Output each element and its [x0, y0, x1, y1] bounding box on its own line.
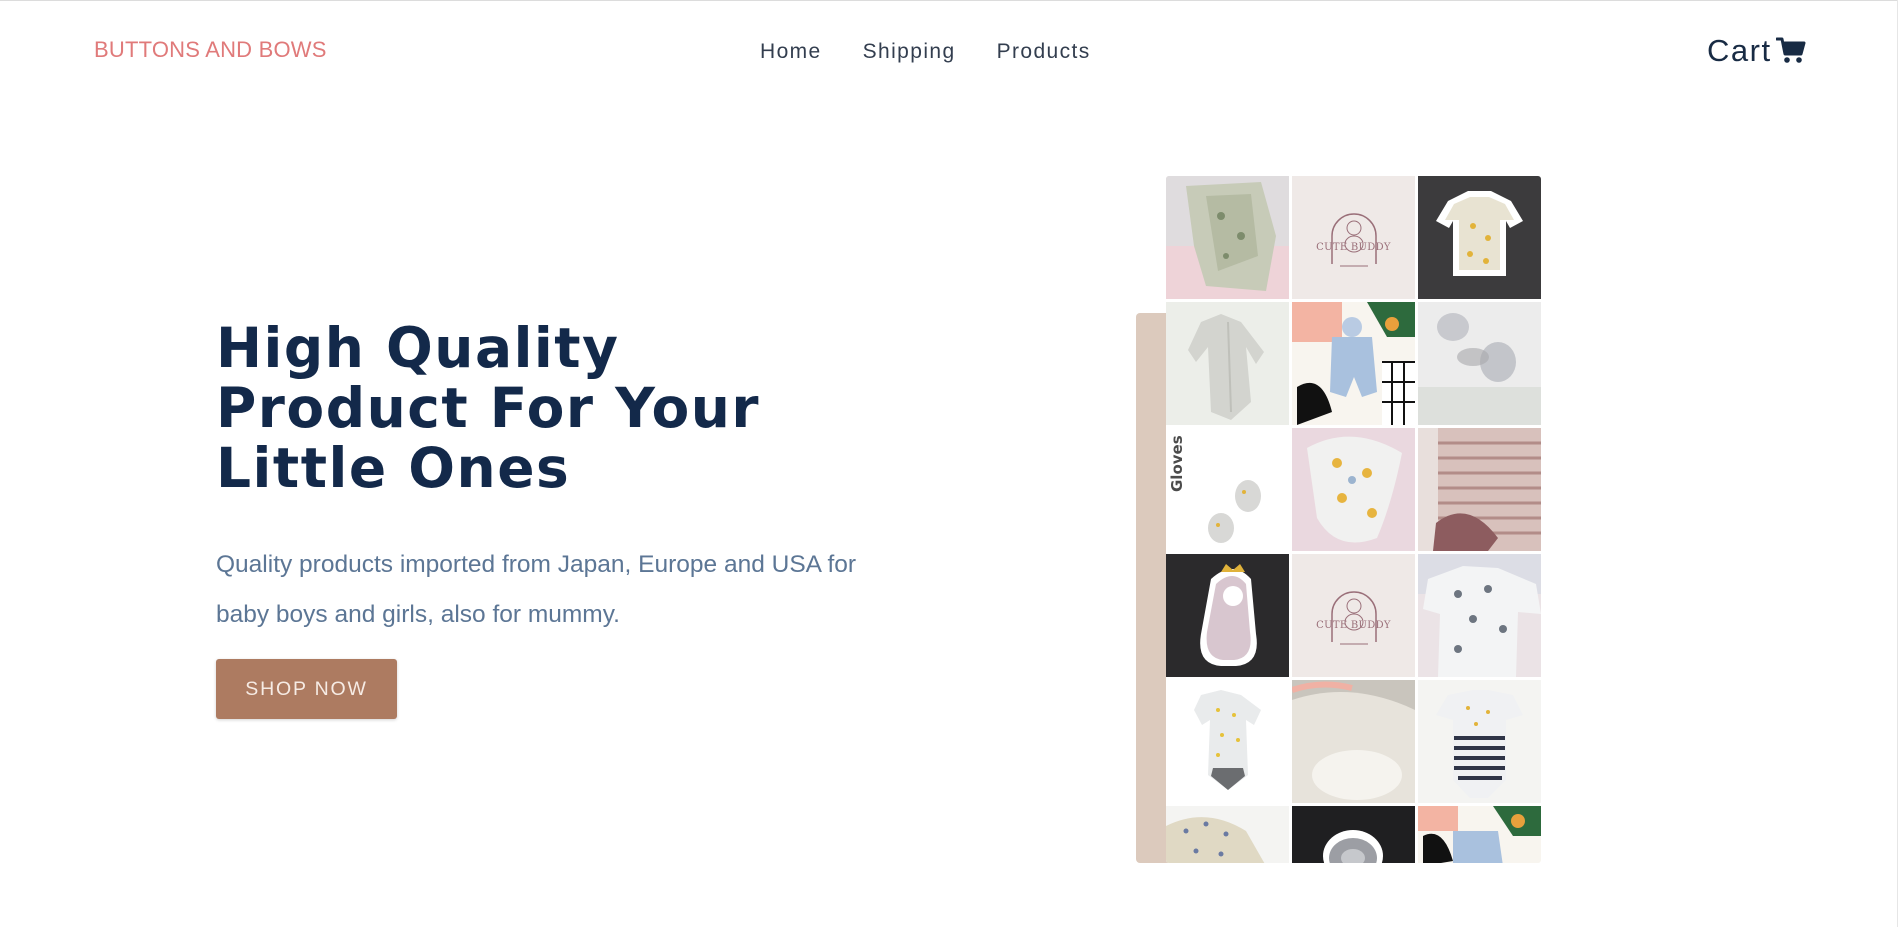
nav-home-link[interactable]: Home	[760, 40, 822, 64]
top-border	[0, 0, 1898, 1]
hero-title: High Quality Product For Your Little One…	[216, 316, 761, 500]
product-tile-cute-buddy-logo-2[interactable]: CUTE BUDDY	[1292, 554, 1415, 677]
product-tile-blue-outfit-2[interactable]	[1418, 806, 1541, 863]
product-tile-grey-mittens[interactable]	[1418, 302, 1541, 425]
product-tile-striped-pink[interactable]	[1418, 428, 1541, 551]
product-tile-floral-blanket[interactable]	[1292, 428, 1415, 551]
product-tile-dino-shirt[interactable]	[1418, 554, 1541, 677]
product-tile-yellow-onesie[interactable]	[1418, 176, 1541, 299]
product-tile-gloves[interactable]: Gloves	[1166, 428, 1289, 551]
cute-buddy-logo-text: CUTE BUDDY	[1316, 242, 1391, 253]
product-tile-dotted-blanket[interactable]	[1166, 806, 1289, 863]
brand-logo[interactable]: BUTTONS AND BOWS	[94, 37, 327, 63]
product-tile-floral-set[interactable]	[1166, 176, 1289, 299]
cart-icon	[1775, 37, 1806, 63]
product-tile-white-bib[interactable]	[1292, 680, 1415, 803]
product-tile-grey-romper[interactable]	[1166, 302, 1289, 425]
product-tile-grey-carrier[interactable]	[1292, 806, 1415, 863]
product-tile-cute-buddy-logo[interactable]: CUTE BUDDY	[1292, 176, 1415, 299]
cute-buddy-logo-text-2: CUTE BUDDY	[1316, 620, 1391, 631]
product-tile-blue-outfit[interactable]	[1292, 302, 1415, 425]
product-gallery: CUTE BUDDY Gloves CUTE BUDDY	[1166, 176, 1541, 863]
product-tile-polka-onesie[interactable]	[1166, 680, 1289, 803]
gloves-label: Gloves	[1168, 435, 1186, 492]
cart-button[interactable]: Cart	[1707, 33, 1806, 69]
cart-label: Cart	[1707, 33, 1772, 68]
hero-subtitle: Quality products imported from Japan, Eu…	[216, 551, 857, 628]
main-nav: Home Shipping Products	[760, 40, 1091, 64]
product-tile-pink-carrier[interactable]	[1166, 554, 1289, 677]
nav-products-link[interactable]: Products	[997, 40, 1091, 64]
nav-shipping-link[interactable]: Shipping	[863, 40, 956, 64]
shop-now-button[interactable]: SHOP NOW	[216, 659, 397, 719]
product-tile-striped-onesie[interactable]	[1418, 680, 1541, 803]
